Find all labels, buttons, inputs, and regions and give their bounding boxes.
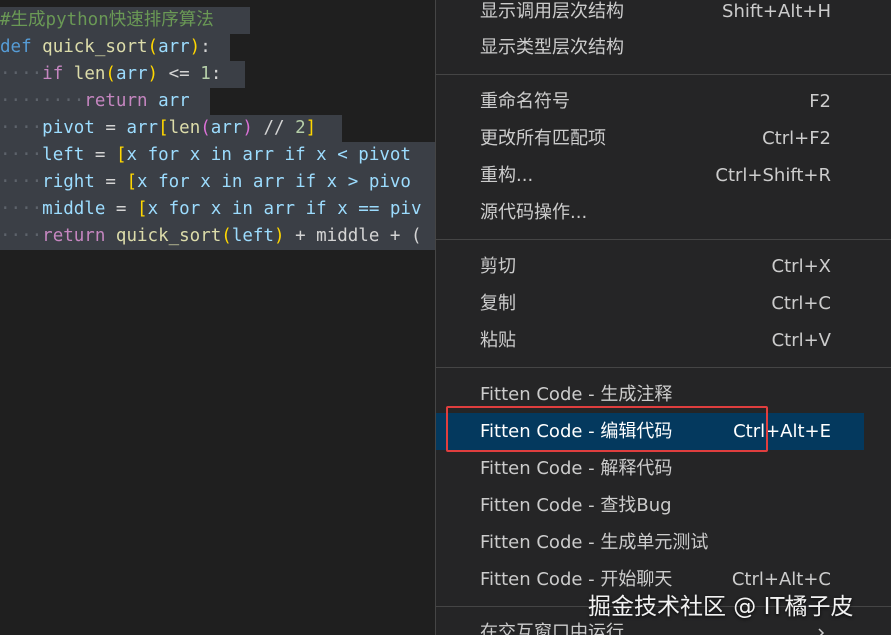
menu-item-paste[interactable]: 粘贴 Ctrl+V xyxy=(436,322,864,359)
shortcut-label: Ctrl+F2 xyxy=(762,128,831,149)
code-identifier: arr xyxy=(158,37,190,57)
menu-separator xyxy=(436,74,891,75)
code-function: quick_sort xyxy=(42,37,148,57)
context-menu: 显示调用层次结构 Shift+Alt+H 显示类型层次结构 重命名符号 F2 更改所… xyxy=(435,0,891,635)
menu-item-show-type-hierarchy[interactable]: 显示类型层次结构 xyxy=(436,29,864,66)
code-line-1[interactable]: #生成python快速排序算法 xyxy=(0,7,250,34)
shortcut-label: F2 xyxy=(809,91,831,112)
menu-item-source-action[interactable]: 源代码操作... xyxy=(436,194,864,231)
menu-item-rename-symbol[interactable]: 重命名符号 F2 xyxy=(436,83,864,120)
code-keyword: def xyxy=(0,37,32,57)
chevron-right-icon xyxy=(818,628,825,635)
menu-item-change-all-occurrences[interactable]: 更改所有匹配项 Ctrl+F2 xyxy=(436,120,864,157)
shortcut-label: Ctrl+V xyxy=(771,330,831,351)
highlight-box xyxy=(446,406,768,452)
code-line-2[interactable]: def quick_sort(arr): xyxy=(0,34,230,61)
code-keyword: return xyxy=(84,91,148,111)
menu-item-copy[interactable]: 复制 Ctrl+C xyxy=(436,285,864,322)
shortcut-label: Ctrl+Shift+R xyxy=(715,165,831,186)
code-function: len xyxy=(73,64,106,84)
menu-separator xyxy=(436,239,891,240)
code-line-9[interactable]: ····return quick_sort(left) + middle + ( xyxy=(0,223,436,250)
code-keyword: return xyxy=(42,226,106,246)
code-line-6[interactable]: ····left = [x for x in arr if x < pivot xyxy=(0,142,436,169)
code-line-7[interactable]: ····right = [x for x in arr if x > pivo xyxy=(0,169,436,196)
menu-item-fitten-generate-unit-test[interactable]: Fitten Code - 生成单元测试 xyxy=(436,524,864,561)
code-line-8[interactable]: ····middle = [x for x in arr if x == piv xyxy=(0,196,436,223)
code-comment: #生成python快速排序算法 xyxy=(0,10,214,30)
menu-item-show-call-hierarchy[interactable]: 显示调用层次结构 Shift+Alt+H xyxy=(436,0,864,30)
shortcut-label: Shift+Alt+H xyxy=(722,1,831,22)
code-line-3[interactable]: ····if len(arr) <= 1: xyxy=(0,61,245,88)
code-line-5[interactable]: ····pivot = arr[len(arr) // 2] xyxy=(0,115,342,142)
menu-item-cut[interactable]: 剪切 Ctrl+X xyxy=(436,248,864,285)
shortcut-label: Ctrl+C xyxy=(771,293,831,314)
menu-item-fitten-find-bug[interactable]: Fitten Code - 查找Bug xyxy=(436,487,864,524)
menu-separator xyxy=(436,367,891,368)
menu-item-refactor[interactable]: 重构... Ctrl+Shift+R xyxy=(436,157,864,194)
shortcut-label: Ctrl+X xyxy=(771,256,831,277)
code-keyword: if xyxy=(42,64,64,84)
watermark-text: 掘金技术社区 @ IT橘子皮 xyxy=(588,594,854,620)
code-line-4[interactable]: ········return arr xyxy=(0,88,210,115)
menu-item-fitten-explain-code[interactable]: Fitten Code - 解释代码 xyxy=(436,450,864,487)
